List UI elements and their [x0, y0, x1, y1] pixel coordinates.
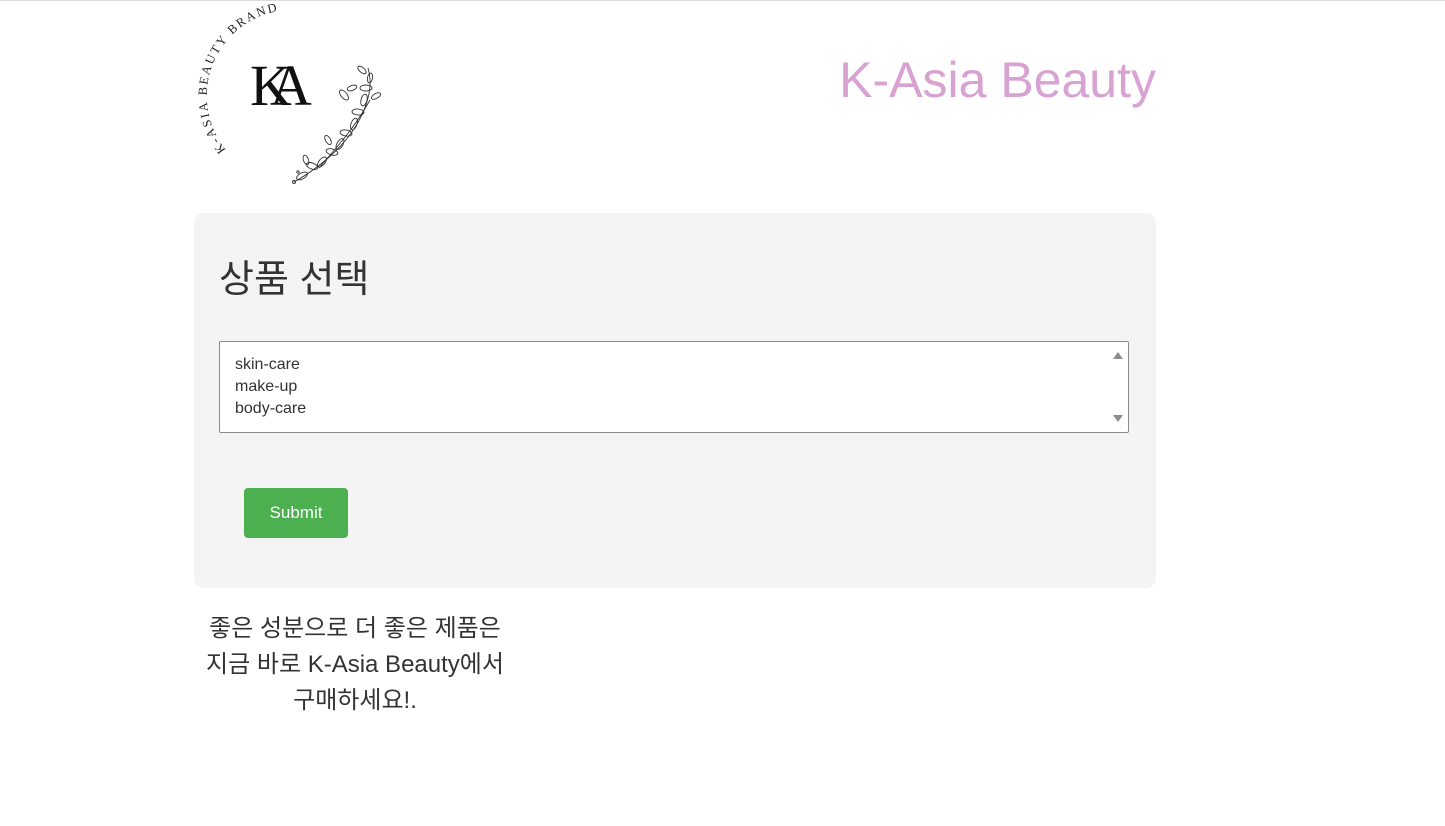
- product-selection-form: 상품 선택 skin-care make-up body-care Submit: [194, 213, 1156, 588]
- product-category-listbox[interactable]: skin-care make-up body-care: [219, 341, 1129, 433]
- submit-button[interactable]: Submit: [244, 488, 348, 538]
- floral-branch-icon: [292, 65, 381, 184]
- brand-title: K-Asia Beauty: [839, 52, 1156, 108]
- brand-logo-graphic: K-ASIA BEAUTY BRAND KA: [196, 0, 381, 184]
- brand-logo: K-ASIA BEAUTY BRAND KA: [194, 0, 394, 190]
- scroll-down-arrow-icon[interactable]: [1113, 415, 1123, 422]
- scroll-up-arrow-icon[interactable]: [1113, 352, 1123, 359]
- form-title: 상품 선택: [219, 259, 370, 301]
- product-options-list: skin-care make-up body-care: [235, 354, 306, 420]
- option-make-up[interactable]: make-up: [235, 376, 306, 398]
- option-skin-care[interactable]: skin-care: [235, 354, 306, 376]
- logo-monogram: KA: [250, 53, 312, 118]
- option-body-care[interactable]: body-care: [235, 398, 306, 420]
- tagline-text: 좋은 성분으로 더 좋은 제품은 지금 바로 K-Asia Beauty에서 구…: [206, 615, 504, 714]
- page-header: K-ASIA BEAUTY BRAND KA K-Asia Beauty: [194, 0, 1156, 195]
- listbox-scrollbar[interactable]: [1108, 342, 1128, 432]
